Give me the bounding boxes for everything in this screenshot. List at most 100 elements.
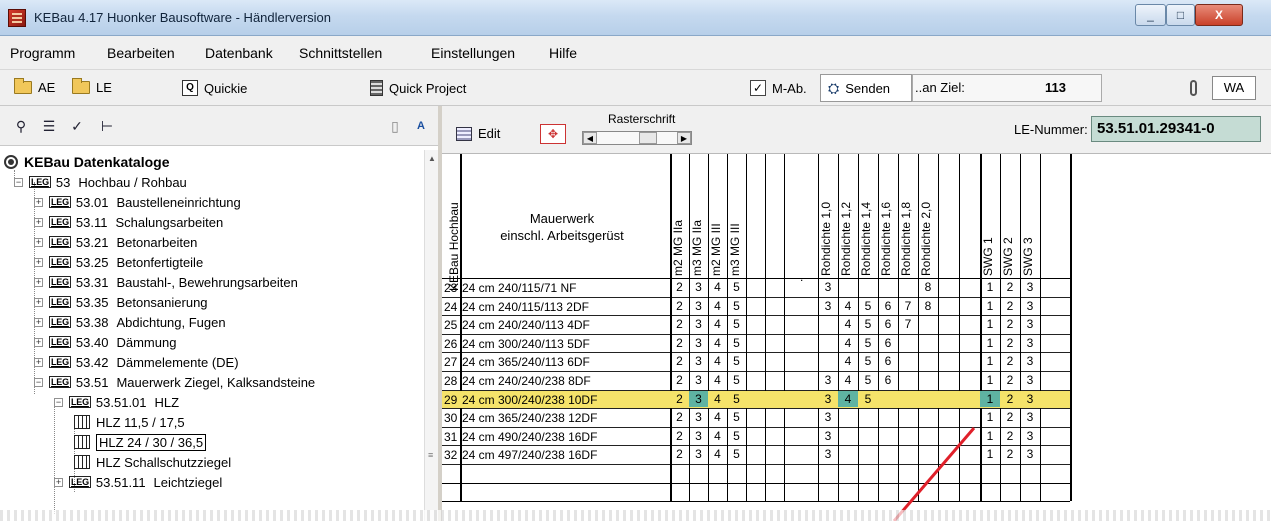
rohdichte-cell[interactable] bbox=[898, 391, 918, 408]
rohdichte-cell[interactable] bbox=[918, 391, 938, 408]
swg-cell[interactable]: 1 bbox=[980, 353, 1000, 370]
swg-cell[interactable]: 2 bbox=[1000, 298, 1020, 315]
rohdichte-cell[interactable]: 4 bbox=[838, 372, 858, 389]
ae-button[interactable]: AE bbox=[14, 78, 55, 95]
rohdichte-cell[interactable]: 3 bbox=[818, 446, 838, 463]
rohdichte-cell[interactable] bbox=[818, 335, 838, 352]
rohdichte-cell[interactable]: 6 bbox=[878, 298, 898, 315]
mg-cell[interactable]: 3 bbox=[689, 409, 708, 426]
new-document-icon[interactable]: ▯ bbox=[386, 118, 404, 134]
expand-icon[interactable]: + bbox=[34, 297, 43, 307]
rohdichte-cell[interactable] bbox=[898, 279, 918, 296]
mg-cell[interactable]: 2 bbox=[670, 428, 689, 445]
swg-cell[interactable]: 2 bbox=[1000, 428, 1020, 445]
rohdichte-cell[interactable]: 3 bbox=[818, 409, 838, 426]
rohdichte-cell[interactable] bbox=[858, 446, 878, 463]
mg-cell[interactable]: 3 bbox=[689, 298, 708, 315]
mg-cell[interactable]: 4 bbox=[708, 298, 727, 315]
le-button[interactable]: LE bbox=[72, 78, 112, 95]
swg-cell[interactable]: 1 bbox=[980, 316, 1000, 333]
menu-datenbank[interactable]: Datenbank bbox=[205, 45, 273, 61]
tree-item[interactable]: + LEG 53.42 Dämmelemente (DE) bbox=[34, 352, 239, 372]
expand-icon[interactable]: + bbox=[34, 317, 43, 327]
mg-cell[interactable]: 5 bbox=[727, 316, 746, 333]
mg-cell[interactable]: 4 bbox=[708, 335, 727, 352]
swg-cell[interactable]: 2 bbox=[1000, 446, 1020, 463]
tree-item[interactable]: + LEG 53.21 Betonarbeiten bbox=[34, 232, 197, 252]
mg-cell[interactable]: 2 bbox=[670, 446, 689, 463]
rohdichte-cell[interactable] bbox=[898, 372, 918, 389]
swg-cell[interactable]: 1 bbox=[980, 409, 1000, 426]
swg-cell[interactable]: 2 bbox=[1000, 316, 1020, 333]
tree-scrollbar[interactable]: ▲ ≡ bbox=[424, 150, 438, 521]
tree-item[interactable]: HLZ 24 / 30 / 36,5 bbox=[74, 432, 207, 452]
collapse-icon[interactable]: − bbox=[54, 397, 63, 407]
mg-cell[interactable]: 3 bbox=[689, 372, 708, 389]
rohdichte-cell[interactable]: 4 bbox=[838, 353, 858, 370]
rohdichte-cell[interactable] bbox=[858, 409, 878, 426]
mg-cell[interactable]: 4 bbox=[708, 409, 727, 426]
swg-cell[interactable]: 3 bbox=[1020, 428, 1040, 445]
expand-icon[interactable]: + bbox=[34, 237, 43, 247]
rohdichte-cell[interactable] bbox=[838, 428, 858, 445]
rohdichte-cell[interactable] bbox=[838, 446, 858, 463]
expand-icon[interactable]: + bbox=[34, 277, 43, 287]
rohdichte-cell[interactable]: 4 bbox=[838, 316, 858, 333]
minimize-button[interactable]: _ bbox=[1135, 4, 1166, 26]
swg-cell[interactable]: 1 bbox=[980, 446, 1000, 463]
swg-cell[interactable]: 3 bbox=[1020, 409, 1040, 426]
swg-cell[interactable]: 2 bbox=[1000, 372, 1020, 389]
mg-cell[interactable]: 4 bbox=[708, 391, 727, 408]
binoculars-icon[interactable]: ⚲ bbox=[12, 118, 30, 134]
tree-item[interactable]: + LEG 53.51.11 Leichtziegel bbox=[54, 472, 222, 492]
mg-cell[interactable]: 2 bbox=[670, 316, 689, 333]
menu-hilfe[interactable]: Hilfe bbox=[549, 45, 577, 61]
list-icon[interactable]: ☰ bbox=[40, 118, 58, 134]
rohdichte-cell[interactable]: 7 bbox=[898, 316, 918, 333]
rohdichte-cell[interactable]: 5 bbox=[858, 372, 878, 389]
mg-cell[interactable]: 3 bbox=[689, 446, 708, 463]
tree-item[interactable]: HLZ Schallschutzziegel bbox=[74, 452, 231, 472]
mg-cell[interactable]: 2 bbox=[670, 298, 689, 315]
fit-view-icon[interactable]: ✥ bbox=[540, 124, 566, 144]
mg-cell[interactable]: 5 bbox=[727, 353, 746, 370]
raster-right-icon[interactable]: ▶ bbox=[677, 132, 691, 144]
rohdichte-cell[interactable]: 6 bbox=[878, 335, 898, 352]
rohdichte-cell[interactable]: 4 bbox=[838, 298, 858, 315]
font-icon[interactable]: A bbox=[412, 118, 430, 134]
expand-icon[interactable]: + bbox=[34, 337, 43, 347]
mg-cell[interactable]: 4 bbox=[708, 316, 727, 333]
menu-einstellungen[interactable]: Einstellungen bbox=[431, 45, 515, 61]
expand-icon[interactable]: + bbox=[34, 197, 43, 207]
rohdichte-cell[interactable] bbox=[818, 353, 838, 370]
rohdichte-cell[interactable]: 5 bbox=[858, 298, 878, 315]
mg-cell[interactable]: 3 bbox=[689, 390, 708, 408]
mg-cell[interactable]: 5 bbox=[727, 409, 746, 426]
swg-cell[interactable]: 1 bbox=[980, 390, 1000, 408]
raster-slider[interactable]: ◀ ▶ bbox=[582, 131, 692, 145]
tree-item[interactable]: − LEG 53.51.01 HLZ bbox=[54, 392, 179, 412]
expand-icon[interactable]: + bbox=[54, 477, 63, 487]
tree-item[interactable]: + LEG 53.25 Betonfertigteile bbox=[34, 252, 203, 272]
rohdichte-cell[interactable] bbox=[918, 316, 938, 333]
tree-item[interactable]: + LEG 53.01 Baustelleneinrichtung bbox=[34, 192, 241, 212]
rohdichte-cell[interactable]: 3 bbox=[818, 391, 838, 408]
swg-cell[interactable]: 3 bbox=[1020, 279, 1040, 296]
tree-item[interactable]: + LEG 53.31 Baustahl-, Bewehrungsarbeiten bbox=[34, 272, 298, 292]
rohdichte-cell[interactable]: 5 bbox=[858, 335, 878, 352]
rohdichte-cell[interactable]: 7 bbox=[898, 298, 918, 315]
mg-cell[interactable]: 4 bbox=[708, 279, 727, 296]
rohdichte-cell[interactable] bbox=[898, 335, 918, 352]
close-button[interactable]: X bbox=[1195, 4, 1243, 26]
tree-item[interactable]: + LEG 53.38 Abdichtung, Fugen bbox=[34, 312, 226, 332]
mg-cell[interactable]: 5 bbox=[727, 279, 746, 296]
tree-item[interactable]: − LEG 53.51 Mauerwerk Ziegel, Kalksandstein… bbox=[34, 372, 315, 392]
mg-cell[interactable]: 5 bbox=[727, 428, 746, 445]
rohdichte-cell[interactable]: 4 bbox=[838, 335, 858, 352]
mg-cell[interactable]: 2 bbox=[670, 279, 689, 296]
swg-cell[interactable]: 2 bbox=[1000, 353, 1020, 370]
mg-cell[interactable]: 4 bbox=[708, 372, 727, 389]
edit-button[interactable]: Edit bbox=[456, 126, 500, 141]
expand-icon[interactable]: + bbox=[34, 357, 43, 367]
rohdichte-cell[interactable] bbox=[818, 316, 838, 333]
